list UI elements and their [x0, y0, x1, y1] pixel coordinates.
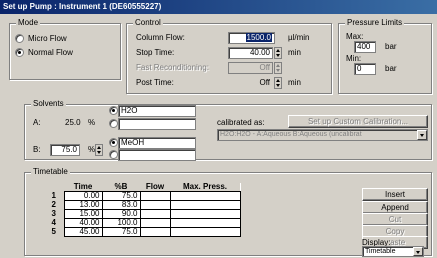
- solvent-b2-radio[interactable]: [109, 150, 118, 159]
- post-time-input[interactable]: Off: [228, 77, 273, 89]
- control-legend: Control: [133, 18, 163, 28]
- fast-reconditioning-input: Off: [228, 62, 273, 74]
- column-flow-value: 1500.0: [245, 33, 272, 42]
- solvent-b-percent-input[interactable]: 75.0: [50, 144, 80, 156]
- table-row[interactable]: 4 40.00 100.0: [44, 218, 241, 228]
- cell-flow[interactable]: [139, 191, 171, 201]
- post-time-unit: min: [288, 78, 301, 87]
- cell-flow[interactable]: [139, 209, 171, 219]
- micro-flow-label[interactable]: Micro Flow: [28, 34, 67, 44]
- solvent-a2-radio[interactable]: [109, 119, 118, 128]
- post-time-label: Post Time:: [136, 78, 174, 87]
- solvent-a1-radio[interactable]: [109, 106, 118, 115]
- stop-time-input[interactable]: 40.00: [228, 47, 273, 59]
- column-flow-input[interactable]: 1500.0: [228, 32, 275, 44]
- stop-time-spinner[interactable]: [274, 47, 282, 59]
- normal-flow-label[interactable]: Normal Flow: [28, 48, 73, 58]
- cell-max-press[interactable]: [169, 218, 241, 228]
- chevron-down-icon[interactable]: [417, 130, 427, 140]
- table-row[interactable]: 3 15.00 90.0: [44, 209, 241, 219]
- solvent-a-label: A:: [33, 118, 41, 127]
- table-row[interactable]: 5 45.00 75.0: [44, 227, 241, 237]
- chevron-down-icon[interactable]: [413, 247, 423, 256]
- custom-calibration-button[interactable]: Set up Custom Calibration...: [288, 115, 428, 128]
- mode-legend: Mode: [16, 18, 41, 28]
- cell-time[interactable]: 45.00: [63, 227, 103, 237]
- table-row[interactable]: 1 0.00 75.0: [44, 191, 241, 201]
- solvent-a1-input[interactable]: H2O: [118, 105, 196, 117]
- fast-reconditioning-spinner: [274, 62, 282, 74]
- solvent-a-percent: 25.0: [65, 118, 81, 127]
- timetable-table: Time %B Flow Max. Press. 1 0.00 75.0 2 1…: [44, 183, 241, 237]
- solvent-b1-radio[interactable]: [109, 138, 118, 147]
- solvent-a2-input[interactable]: [118, 118, 196, 130]
- cell-max-press[interactable]: [169, 191, 241, 201]
- stop-time-unit: min: [288, 48, 301, 57]
- pressure-max-unit: bar: [385, 42, 397, 51]
- pressure-limits-legend: Pressure Limits: [345, 18, 405, 28]
- cell-flow[interactable]: [139, 200, 171, 210]
- col-header-flow: Flow: [140, 183, 170, 192]
- insert-button[interactable]: Insert: [362, 188, 428, 201]
- calibration-select[interactable]: H2O:H2O - A:Aqueous B:Aqueous (uncalibra…: [217, 129, 428, 141]
- timetable-header-row: Time %B Flow Max. Press.: [44, 183, 240, 192]
- stop-time-label: Stop Time:: [136, 48, 175, 57]
- cell-flow[interactable]: [139, 227, 171, 237]
- cell-percent-b[interactable]: 75.0: [101, 227, 141, 237]
- window-title: Set up Pump : Instrument 1 (DE60555227): [0, 0, 437, 14]
- solvent-b1-input[interactable]: MeOH: [118, 137, 196, 149]
- cell-max-press[interactable]: [169, 200, 241, 210]
- pressure-max-input[interactable]: 400: [354, 41, 376, 53]
- micro-flow-radio[interactable]: [15, 34, 24, 43]
- column-flow-unit: µl/min: [288, 33, 310, 42]
- pressure-min-unit: bar: [385, 64, 397, 73]
- solvent-b-spinner[interactable]: [95, 144, 103, 156]
- post-time-spinner[interactable]: [274, 77, 282, 89]
- solvents-legend: Solvents: [31, 99, 66, 109]
- pressure-min-input[interactable]: 0: [354, 63, 376, 75]
- column-flow-label: Column Flow:: [136, 33, 185, 42]
- row-number: 5: [44, 227, 64, 237]
- cell-max-press[interactable]: [169, 209, 241, 219]
- timetable-legend: Timetable: [31, 167, 70, 177]
- display-select[interactable]: Timetable: [362, 246, 424, 257]
- col-header-max-press: Max. Press.: [170, 183, 240, 192]
- calibration-value: H2O:H2O - A:Aqueous B:Aqueous (uncalibra…: [220, 131, 362, 138]
- normal-flow-radio[interactable]: [15, 48, 24, 57]
- display-value: Timetable: [365, 248, 396, 255]
- cell-flow[interactable]: [139, 218, 171, 228]
- fast-reconditioning-label: Fast Reconditioning:: [136, 63, 209, 72]
- calibrated-as-label: calibrated as:: [217, 118, 265, 127]
- solvent-b2-input[interactable]: [118, 149, 196, 161]
- solvent-b-label: B:: [33, 145, 41, 154]
- table-row[interactable]: 2 13.00 83.0: [44, 200, 241, 210]
- solvent-a-percent-unit: %: [88, 118, 96, 127]
- cell-max-press[interactable]: [169, 227, 241, 237]
